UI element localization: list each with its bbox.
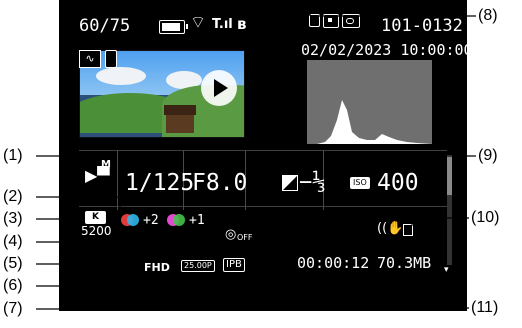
phone-icon: [105, 50, 117, 68]
divider: [79, 206, 447, 207]
image-stabilizer-icon: ((✋: [377, 221, 404, 236]
wb-shift-b-icon: [167, 214, 185, 228]
exposure-comp-icon: [282, 175, 298, 191]
scroll-down-icon[interactable]: ▾: [444, 266, 449, 275]
divider: [79, 150, 447, 151]
protect-icon: [309, 14, 320, 27]
brightness-histogram: [307, 60, 432, 144]
signal-strength-icon: T.ıl: [212, 17, 233, 32]
priority-value: OFF: [237, 233, 253, 242]
callout-5: (5): [3, 255, 23, 272]
wifi-icon: ⌔: [190, 13, 206, 33]
compression: IPB: [223, 258, 245, 272]
shutter-speed: 1/125: [125, 170, 195, 196]
wb-shift-a-icon: [121, 214, 139, 228]
play-icon[interactable]: [201, 70, 237, 106]
file-number: 101-0132: [381, 16, 463, 36]
metering-icon: [323, 14, 339, 28]
iso-label: ISO: [350, 177, 370, 189]
camera-display: 60/75 ⌔ T.ıl ʙ 101-0132 02/02/2023 10:00…: [59, 0, 467, 311]
callout-6: (6): [3, 277, 23, 294]
lock-icon: [342, 14, 360, 28]
exposure-comp-value: −⅓: [299, 170, 326, 195]
tone-curve-icon: ∿: [79, 50, 101, 68]
callout-3: (3): [3, 210, 23, 227]
wb-mode-badge: K: [85, 211, 106, 224]
movie-duration: 00:00:12: [297, 254, 370, 272]
callout-1: (1): [3, 147, 23, 164]
aperture-value: F8.0: [192, 170, 248, 196]
wb-kelvin-value: 5200: [81, 224, 112, 238]
date-time: 02/02/2023 10:00:00: [301, 41, 467, 59]
callout-7: (7): [3, 300, 23, 317]
priority-icon: ◎: [225, 227, 237, 242]
iso-value: 400: [377, 170, 419, 196]
callout-2: (2): [3, 188, 23, 205]
scrollbar[interactable]: [447, 155, 452, 265]
movie-size: FHD: [144, 261, 170, 274]
callout-11: (11): [471, 299, 499, 316]
callout-9: (9): [478, 147, 498, 164]
callout-8: (8): [478, 7, 498, 24]
wb-shift-b-value: +1: [189, 213, 205, 228]
frame-rate: 25.00P: [181, 260, 215, 272]
callout-4: (4): [3, 233, 23, 250]
wb-shift-a-value: +2: [143, 213, 159, 228]
bluetooth-icon: ʙ: [237, 15, 247, 33]
shot-count: 60/75: [79, 16, 131, 36]
callout-10: (10): [471, 209, 500, 226]
shooting-mode-badge: M: [101, 159, 111, 170]
file-size: 70.3MB: [377, 254, 432, 272]
stabilizer-level-icon: [403, 224, 413, 236]
battery-icon: [159, 20, 188, 34]
